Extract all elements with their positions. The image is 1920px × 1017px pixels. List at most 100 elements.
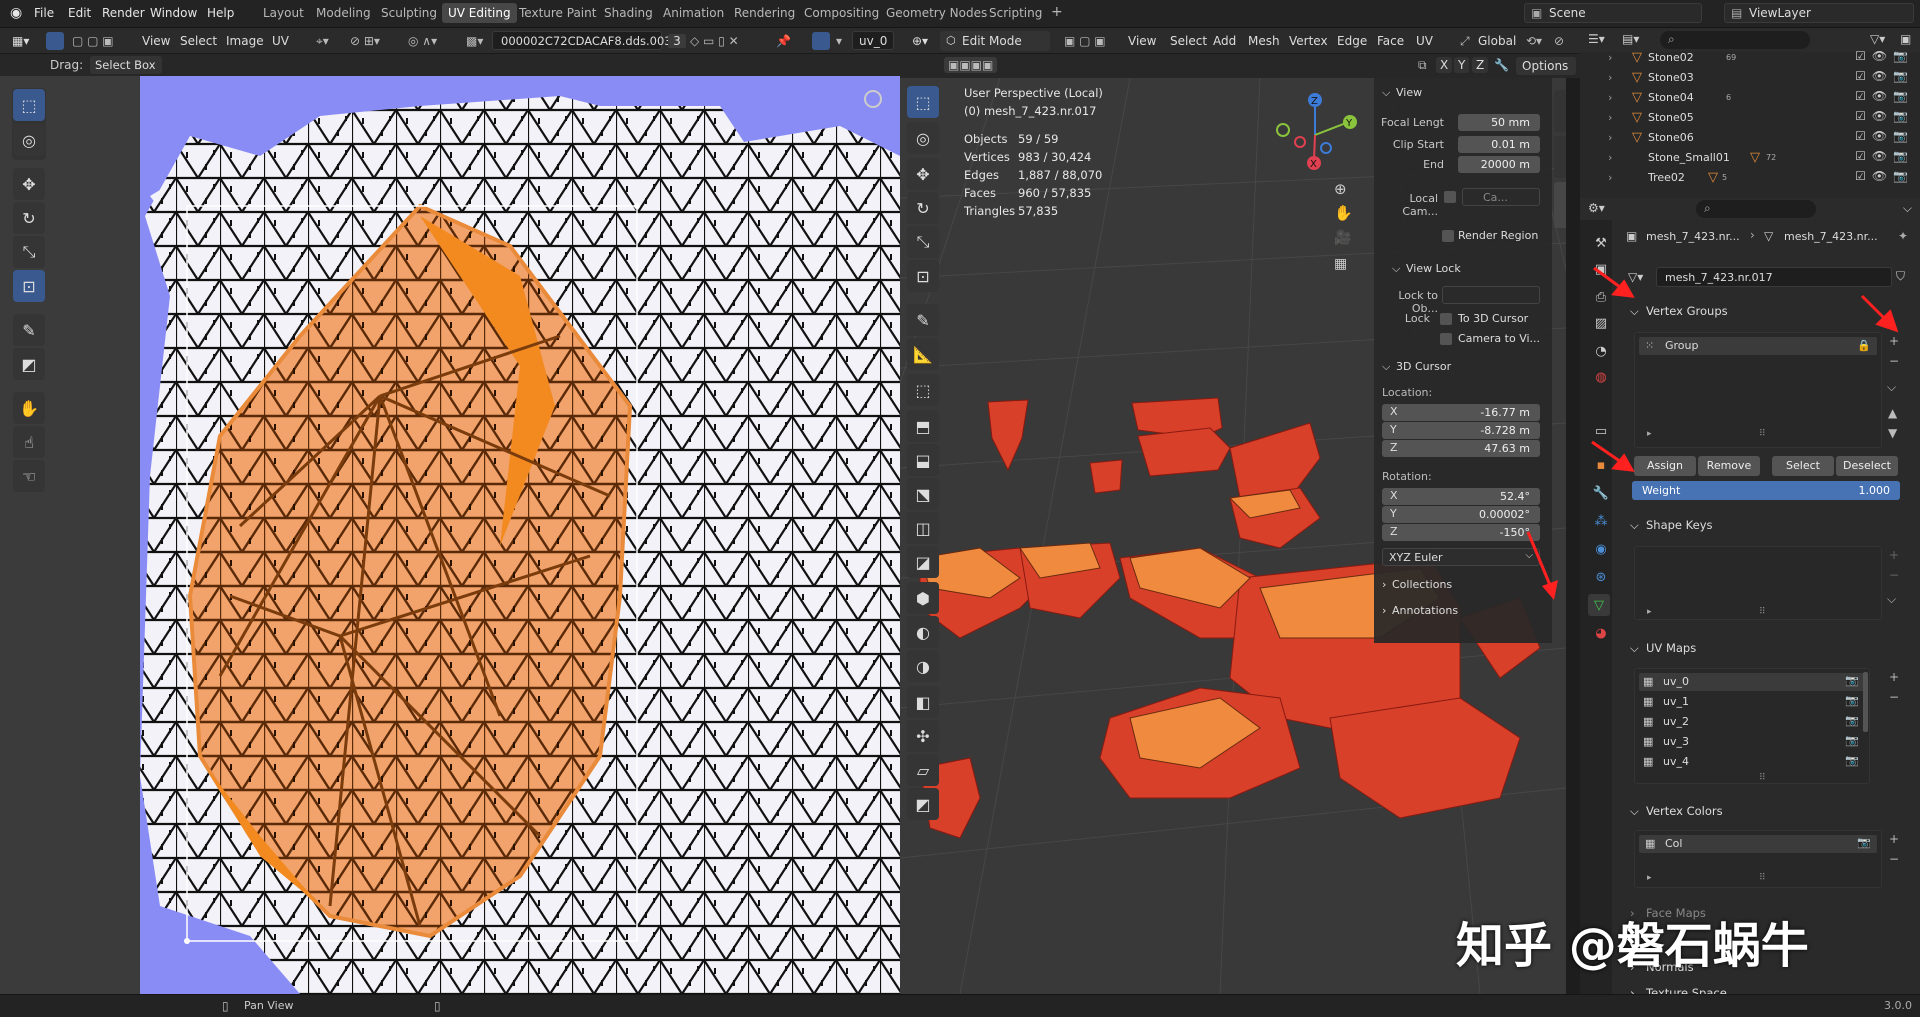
add-vertex-group-button[interactable]: + <box>1889 334 1899 348</box>
uv-map-selector[interactable]: uv_0 <box>852 31 894 50</box>
image-browse-icon[interactable]: ▩▾ <box>466 34 483 48</box>
3d-cursor-section-header[interactable]: 3D Cursor <box>1396 360 1451 373</box>
scene-properties-icon[interactable]: ◔ <box>1590 340 1612 362</box>
list-item[interactable]: ▦ uv_1 📷 <box>1639 693 1865 711</box>
tab-animation[interactable]: Animation <box>663 6 724 20</box>
tab-rendering[interactable]: Rendering <box>734 6 795 20</box>
mode-selector[interactable]: ⬡ Edit Mode <box>940 31 1050 51</box>
tab-scripting[interactable]: Scripting <box>989 6 1042 20</box>
render-region-checkbox[interactable] <box>1442 230 1454 242</box>
focal-length-field[interactable]: 50 mm <box>1458 114 1540 131</box>
vp-select-box-tool-icon[interactable]: ⬚ <box>907 86 939 118</box>
menu-edit[interactable]: Edit <box>68 6 91 20</box>
tab-modeling[interactable]: Modeling <box>316 6 371 20</box>
add-cube-tool-icon[interactable]: ⬚ <box>907 374 939 406</box>
shrink-fatten-tool-icon[interactable]: ✣ <box>907 720 939 752</box>
pinch-tool-icon[interactable]: ☜ <box>13 460 45 492</box>
vertex-group-specials-icon[interactable]: ⌵ <box>1887 380 1896 395</box>
editor-type-icon[interactable]: ▦▾ <box>12 34 29 48</box>
vp-menu-view[interactable]: View <box>1128 34 1156 48</box>
particles-properties-icon[interactable]: ⁂ <box>1590 510 1612 532</box>
scale-tool-icon[interactable]: ⤡ <box>13 236 45 268</box>
render-properties-icon[interactable]: ▣ <box>1590 258 1612 280</box>
mirror-axis-x[interactable]: X <box>1436 57 1453 73</box>
list-item[interactable]: ▦ uv_3 📷 <box>1639 733 1865 751</box>
zoom-icon[interactable]: ⊕ <box>1334 180 1347 198</box>
local-camera-field[interactable]: Ca... <box>1462 188 1540 206</box>
list-item[interactable]: ⁙ Group 🔒 <box>1639 337 1877 355</box>
vp-move-tool-icon[interactable]: ✥ <box>907 158 939 190</box>
viewport-area[interactable]: User Perspective (Local) (0) mesh_7_423.… <box>900 78 1566 994</box>
vertex-colors-collapse-icon[interactable]: ⌵ <box>1630 804 1639 819</box>
list-item[interactable]: ▦ uv_4 📷 <box>1639 753 1865 771</box>
annotations-section-header[interactable]: Annotations <box>1392 604 1458 617</box>
view-section-header[interactable]: View <box>1396 86 1422 99</box>
properties-search-input[interactable]: ⌕ <box>1696 200 1816 218</box>
pan-hand-icon[interactable]: ✋ <box>1334 204 1353 222</box>
menu-window[interactable]: Window <box>150 6 197 20</box>
remove-vertex-group-button[interactable]: − <box>1889 354 1899 368</box>
list-expand-icon[interactable]: ▸ <box>1647 873 1652 883</box>
vertex-colors-section-header[interactable]: Vertex Colors <box>1646 804 1723 818</box>
image-name-field[interactable]: 000002C72CDACAF8.dds.003 <box>492 31 672 50</box>
cursor-tool-icon[interactable]: ◎ <box>13 124 45 156</box>
list-resize-handle-icon[interactable]: ⠿ <box>1759 429 1766 439</box>
cursor-rotation-y[interactable]: 0.00002° <box>1382 506 1540 523</box>
visibility-icons[interactable]: ☑👁📷 <box>1855 109 1914 123</box>
add-workspace-button[interactable]: + <box>1051 4 1063 20</box>
object-properties-icon[interactable]: ▪ <box>1590 454 1612 476</box>
sync-selection-icon[interactable] <box>46 32 64 50</box>
list-resize-handle-icon[interactable]: ⠿ <box>1759 773 1766 783</box>
cursor-location-y[interactable]: -8.728 m <box>1382 422 1540 439</box>
view-lock-collapse-icon[interactable]: ⌵ <box>1392 262 1400 276</box>
vp-annotate-tool-icon[interactable]: ✎ <box>907 304 939 336</box>
outliner-row[interactable]: › ▽ Stone02 69 ☑👁📷 <box>1600 48 1920 67</box>
lock-icon[interactable]: 🔒 <box>1857 339 1871 352</box>
move-up-icon[interactable]: ▲ <box>1888 406 1897 420</box>
spin-tool-icon[interactable]: ◐ <box>907 616 939 648</box>
outliner-search-input[interactable]: ⌕ <box>1660 31 1810 49</box>
vp-menu-add[interactable]: Add <box>1213 34 1236 48</box>
uv-menu-uv[interactable]: UV <box>272 34 289 48</box>
rotate-tool-icon[interactable]: ↻ <box>13 202 45 234</box>
select-box-tool-icon[interactable]: ⬚ <box>13 89 45 121</box>
weight-slider[interactable]: Weight 1.000 <box>1632 481 1900 500</box>
cursor-location-z[interactable]: 47.63 m <box>1382 440 1540 457</box>
clip-end-field[interactable]: 20000 m <box>1458 156 1540 173</box>
vp-menu-select[interactable]: Select <box>1170 34 1207 48</box>
shape-keys-list[interactable]: ▸ ⠿ <box>1634 546 1882 620</box>
world-properties-icon[interactable]: ◍ <box>1590 366 1612 388</box>
uv-menu-view[interactable]: View <box>142 34 170 48</box>
physics-properties-icon[interactable]: ◉ <box>1590 538 1612 560</box>
selection-mode-buttons[interactable]: ▣▣▣▣ <box>944 57 998 73</box>
outliner-editor-icon[interactable]: ☰▾ <box>1588 32 1605 46</box>
filter-icon[interactable]: ▽▾ <box>1870 32 1885 46</box>
vp-rotate-tool-icon[interactable]: ↻ <box>907 192 939 224</box>
constraints-properties-icon[interactable]: ⊛ <box>1590 566 1612 588</box>
output-properties-icon[interactable]: ⎙ <box>1590 286 1612 308</box>
tab-shading[interactable]: Shading <box>604 6 653 20</box>
mesh-name-field[interactable]: mesh_7_423.nr.017 <box>1656 267 1892 287</box>
outliner-row[interactable]: › ▽ Stone05 ☑👁📷 <box>1600 108 1920 127</box>
inset-tool-icon[interactable]: ⬓ <box>907 444 939 476</box>
uv-maps-collapse-icon[interactable]: ⌵ <box>1630 641 1639 656</box>
remove-uv-map-button[interactable]: − <box>1889 690 1899 704</box>
cursor-collapse-icon[interactable]: ⌵ <box>1382 360 1390 374</box>
scene-selector[interactable]: ▣ Scene <box>1524 3 1702 23</box>
uv-editor-area[interactable]: ⬚ ◎ ✥ ↻ ⤡ ⊡ ✎ ◩ ✋ ☝ ☜ <box>0 76 900 994</box>
list-item[interactable]: ▦ Col 📷 <box>1639 835 1877 853</box>
rip-region-tool-icon[interactable]: ◩ <box>907 788 939 820</box>
tab-sculpting[interactable]: Sculpting <box>381 6 437 20</box>
navigation-gizmo[interactable]: Z Y X <box>1270 90 1360 180</box>
uv-menu-image[interactable]: Image <box>226 34 264 48</box>
pivot-icon[interactable]: ⌖▾ <box>316 34 329 49</box>
vertex-groups-list[interactable]: ⁙ Group 🔒 ▸ ⠿ <box>1634 332 1882 448</box>
shape-keys-collapse-icon[interactable]: ⌵ <box>1630 518 1639 533</box>
cursor-location-x[interactable]: -16.77 m <box>1382 404 1540 421</box>
visibility-icons[interactable]: ☑👁📷 <box>1855 49 1914 63</box>
camera-icon[interactable]: 📷 <box>1857 836 1871 849</box>
uv-maps-list[interactable]: ▦ uv_0 📷 ▦ uv_1 📷 ▦ uv_2 📷 ▦ uv_3 📷 ▦ uv_4 📷 ⠿ <box>1634 668 1870 784</box>
remove-vertex-color-button[interactable]: − <box>1889 852 1899 866</box>
loop-cut-tool-icon[interactable]: ◫ <box>907 512 939 544</box>
material-properties-icon[interactable]: ◕ <box>1590 622 1612 644</box>
